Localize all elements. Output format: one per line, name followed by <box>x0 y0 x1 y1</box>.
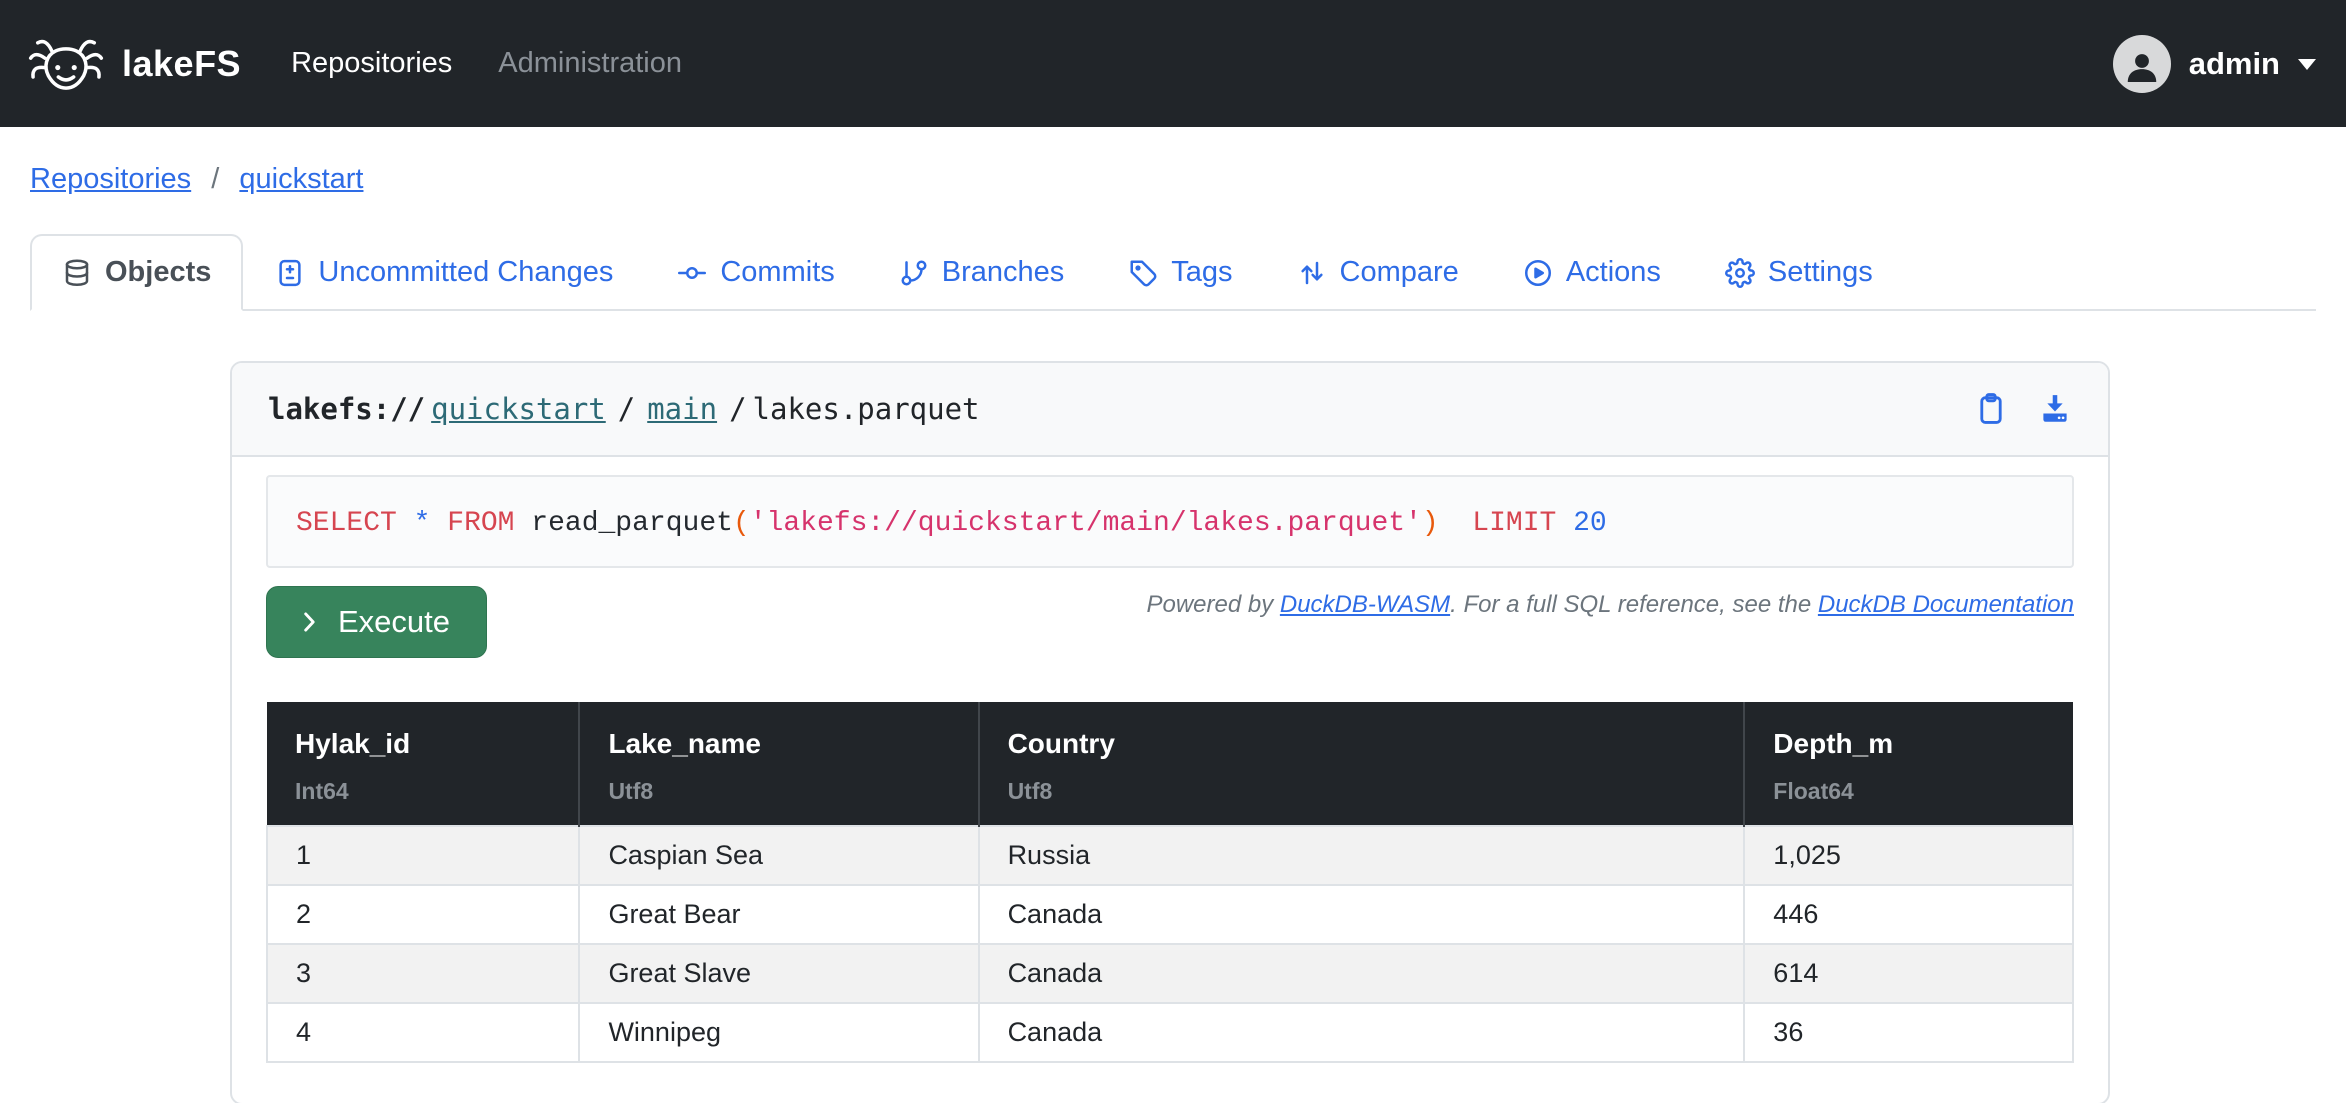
powered-prefix: Powered by <box>1146 591 1279 618</box>
table-cell: Winnipeg <box>579 1003 978 1062</box>
sql-query-editor[interactable]: SELECT * FROM read_parquet('lakefs://qui… <box>266 475 2074 568</box>
results-table-body: 1Caspian SeaRussia1,0252Great BearCanada… <box>267 826 2073 1062</box>
tab-label: Objects <box>105 256 211 289</box>
commit-icon <box>677 258 707 288</box>
table-cell: 1 <box>267 826 579 885</box>
caret-down-icon <box>2298 59 2316 79</box>
download-button[interactable] <box>2038 392 2072 426</box>
tab-label: Settings <box>1768 256 1873 289</box>
tab-label: Branches <box>942 256 1065 289</box>
powered-middle: . For a full SQL reference, see the <box>1450 591 1818 618</box>
user-name: admin <box>2189 46 2280 82</box>
path-file-name: lakes.parquet <box>753 392 980 426</box>
column-header-hylak_id: Hylak_idInt64 <box>267 702 579 826</box>
brand-name: lakeFS <box>122 43 241 85</box>
table-row: 2Great BearCanada446 <box>267 885 2073 944</box>
column-header-country: CountryUtf8 <box>979 702 1745 826</box>
results-table-header: Hylak_idInt64Lake_nameUtf8CountryUtf8Dep… <box>267 702 2073 826</box>
diff-icon <box>275 258 305 288</box>
table-cell: Canada <box>979 1003 1745 1062</box>
table-cell: 614 <box>1744 944 2073 1003</box>
table-cell: 4 <box>267 1003 579 1062</box>
copy-path-button[interactable] <box>1974 392 2008 426</box>
avatar <box>2113 35 2171 93</box>
breadcrumb-repositories[interactable]: Repositories <box>30 163 191 195</box>
table-cell: Russia <box>979 826 1745 885</box>
tab-objects[interactable]: Objects <box>30 234 243 311</box>
gear-icon <box>1725 258 1755 288</box>
object-viewer-card: lakefs:// quickstart / main / lakes.parq… <box>230 361 2110 1103</box>
database-icon <box>62 258 92 288</box>
tag-icon <box>1128 258 1158 288</box>
tab-commits[interactable]: Commits <box>645 234 866 311</box>
duckdb-wasm-link[interactable]: DuckDB-WASM <box>1280 591 1450 618</box>
execute-button[interactable]: Execute <box>266 586 487 658</box>
table-cell: Caspian Sea <box>579 826 978 885</box>
path-separator: / <box>729 392 746 426</box>
chevron-right-icon <box>297 609 323 635</box>
nav-link-administration[interactable]: Administration <box>498 47 682 80</box>
path-repo-link[interactable]: quickstart <box>431 392 606 426</box>
tab-tags[interactable]: Tags <box>1096 234 1264 311</box>
path-separator: / <box>618 392 635 426</box>
path-scheme: lakefs:// <box>268 392 425 426</box>
table-row: 1Caspian SeaRussia1,025 <box>267 826 2073 885</box>
table-cell: 36 <box>1744 1003 2073 1062</box>
column-header-depth_m: Depth_mFloat64 <box>1744 702 2073 826</box>
card-body: SELECT * FROM read_parquet('lakefs://qui… <box>232 457 2108 1103</box>
branch-icon <box>899 258 929 288</box>
tab-bar: Objects Uncommitted Changes Commits Branche… <box>30 234 2316 311</box>
tab-label: Uncommitted Changes <box>318 256 613 289</box>
table-cell: Great Slave <box>579 944 978 1003</box>
table-row: 4WinnipegCanada36 <box>267 1003 2073 1062</box>
table-cell: 2 <box>267 885 579 944</box>
navbar: lakeFS Repositories Administration admin <box>0 0 2346 127</box>
tab-label: Commits <box>720 256 834 289</box>
tab-label: Tags <box>1171 256 1232 289</box>
table-cell: 3 <box>267 944 579 1003</box>
results-table: Hylak_idInt64Lake_nameUtf8CountryUtf8Dep… <box>266 702 2074 1063</box>
nav-links: Repositories Administration <box>291 47 682 80</box>
play-circle-icon <box>1523 258 1553 288</box>
powered-by-note: Powered by DuckDB-WASM. For a full SQL r… <box>1146 591 2074 619</box>
table-cell: Canada <box>979 944 1745 1003</box>
tab-branches[interactable]: Branches <box>867 234 1097 311</box>
header-row: Hylak_idInt64Lake_nameUtf8CountryUtf8Dep… <box>267 702 2073 826</box>
execute-row: Execute Powered by DuckDB-WASM. For a fu… <box>266 586 2074 658</box>
duckdb-docs-link[interactable]: DuckDB Documentation <box>1818 591 2074 618</box>
axolotl-logo-icon <box>26 33 106 95</box>
tab-settings[interactable]: Settings <box>1693 234 1905 311</box>
user-menu[interactable]: admin <box>2113 35 2316 93</box>
tab-label: Actions <box>1566 256 1661 289</box>
breadcrumb-quickstart[interactable]: quickstart <box>239 163 363 195</box>
tab-label: Compare <box>1340 256 1459 289</box>
object-actions <box>1974 392 2072 426</box>
tab-compare[interactable]: Compare <box>1265 234 1491 311</box>
breadcrumb-separator: / <box>211 163 219 195</box>
nav-link-repositories[interactable]: Repositories <box>291 47 452 80</box>
column-header-lake_name: Lake_nameUtf8 <box>579 702 978 826</box>
tab-actions[interactable]: Actions <box>1491 234 1693 311</box>
execute-label: Execute <box>338 604 450 640</box>
table-cell: 1,025 <box>1744 826 2073 885</box>
sql-query: SELECT * FROM read_parquet('lakefs://qui… <box>296 508 1607 539</box>
table-row: 3Great SlaveCanada614 <box>267 944 2073 1003</box>
table-cell: Great Bear <box>579 885 978 944</box>
table-cell: 446 <box>1744 885 2073 944</box>
brand-link[interactable]: lakeFS <box>26 33 241 95</box>
path-branch-link[interactable]: main <box>647 392 717 426</box>
object-path-bar: lakefs:// quickstart / main / lakes.parq… <box>232 363 2108 457</box>
breadcrumb: Repositories / quickstart <box>30 163 2316 196</box>
tab-uncommitted-changes[interactable]: Uncommitted Changes <box>243 234 645 311</box>
compare-icon <box>1297 258 1327 288</box>
table-cell: Canada <box>979 885 1745 944</box>
